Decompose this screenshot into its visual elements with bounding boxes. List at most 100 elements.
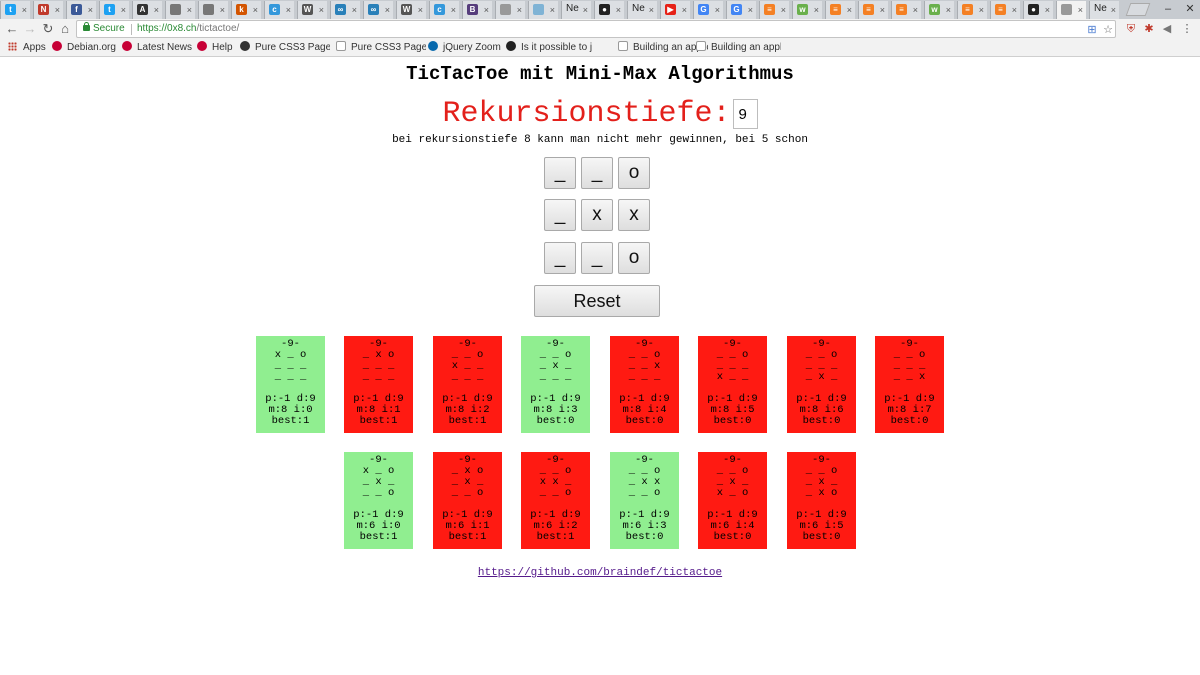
browser-tab[interactable]: N ×	[33, 1, 63, 19]
back-arrow-icon[interactable]: ←	[4, 21, 20, 37]
close-tab-icon[interactable]: ×	[946, 3, 951, 17]
close-tab-icon[interactable]: ×	[154, 3, 159, 17]
close-tab-icon[interactable]: ×	[847, 3, 852, 17]
close-tab-icon[interactable]: ×	[550, 3, 555, 17]
browser-tab[interactable]: w ×	[924, 1, 954, 19]
close-tab-icon[interactable]: ×	[319, 3, 324, 17]
bookmark-item[interactable]: Latest News	[122, 41, 192, 55]
close-tab-icon[interactable]: ×	[880, 3, 885, 17]
browser-tab[interactable]: c ×	[429, 1, 459, 19]
bookmark-item[interactable]: Help	[197, 41, 233, 55]
browser-tab[interactable]: ▶ ×	[660, 1, 690, 19]
close-tab-icon[interactable]: ×	[385, 3, 390, 17]
bookmark-item[interactable]: jQuery Zoom	[428, 41, 501, 55]
browser-tab[interactable]: G ×	[693, 1, 723, 19]
browser-tab[interactable]: ≡ ×	[957, 1, 987, 19]
forward-arrow-icon[interactable]: →	[22, 21, 38, 37]
close-tab-icon[interactable]: ×	[748, 3, 753, 17]
browser-tab[interactable]: ● ×	[594, 1, 624, 19]
close-tab-icon[interactable]: ×	[286, 3, 291, 17]
star-icon[interactable]: ☆	[1101, 23, 1115, 37]
browser-tab[interactable]: B ×	[462, 1, 492, 19]
bookmark-item[interactable]: Is it possible to j	[506, 41, 592, 55]
depth-input[interactable]	[732, 99, 758, 129]
browser-tab[interactable]: Ne ×	[627, 1, 657, 19]
browser-tab[interactable]: c ×	[264, 1, 294, 19]
close-tab-icon[interactable]: ×	[22, 3, 27, 17]
browser-tab[interactable]: ≡ ×	[858, 1, 888, 19]
bookmark-item[interactable]: Debian.org	[52, 41, 116, 55]
browser-tab[interactable]: ×	[198, 1, 228, 19]
reload-icon[interactable]: ↻	[40, 21, 56, 37]
browser-tab[interactable]: w ×	[792, 1, 822, 19]
browser-tab[interactable]: k ×	[231, 1, 261, 19]
browser-tab[interactable]: ● ×	[1023, 1, 1053, 19]
board-cell[interactable]: x	[581, 199, 613, 231]
close-tab-icon[interactable]: ×	[583, 3, 588, 17]
bookmark-item[interactable]: Building an applic	[696, 41, 781, 55]
address-bar[interactable]: Secure https://0x8.ch/tictactoe/ ⊞ ☆	[76, 20, 1116, 38]
close-tab-icon[interactable]: ×	[715, 3, 720, 17]
browser-tab[interactable]: ∞ ×	[363, 1, 393, 19]
browser-tab[interactable]: ≡ ×	[990, 1, 1020, 19]
browser-tab[interactable]: ×	[165, 1, 195, 19]
board-cell[interactable]: _	[544, 242, 576, 274]
browser-tab[interactable]: Ne ×	[1089, 1, 1119, 19]
board-cell[interactable]: o	[618, 157, 650, 189]
bug-extension-icon[interactable]: ✱	[1142, 22, 1156, 36]
close-tab-icon[interactable]: ×	[1045, 3, 1050, 17]
megaphone-extension-icon[interactable]: ◀	[1160, 22, 1174, 36]
browser-tab[interactable]: G ×	[726, 1, 756, 19]
close-tab-icon[interactable]: ×	[517, 3, 522, 17]
close-tab-icon[interactable]: ×	[55, 3, 60, 17]
close-tab-icon[interactable]: ×	[220, 3, 225, 17]
close-tab-icon[interactable]: ×	[451, 3, 456, 17]
board-cell[interactable]: x	[618, 199, 650, 231]
browser-tab[interactable]: Ne ×	[561, 1, 591, 19]
minimize-button[interactable]: –	[1158, 1, 1178, 17]
browser-tab[interactable]: ≡ ×	[891, 1, 921, 19]
browser-tab[interactable]: t ×	[0, 1, 30, 19]
translate-icon[interactable]: ⊞	[1085, 23, 1099, 37]
close-tab-icon[interactable]: ×	[814, 3, 819, 17]
close-tab-icon[interactable]: ×	[253, 3, 258, 17]
close-tab-icon[interactable]: ×	[649, 3, 654, 17]
browser-tab[interactable]: ×	[1056, 1, 1086, 19]
bookmark-item[interactable]: Pure CSS3 Page	[240, 41, 330, 55]
browser-tab[interactable]: ×	[528, 1, 558, 19]
browser-tab[interactable]: ≡ ×	[825, 1, 855, 19]
browser-tab[interactable]: ≡ ×	[759, 1, 789, 19]
browser-tab[interactable]: t ×	[99, 1, 129, 19]
board-cell[interactable]: _	[544, 157, 576, 189]
close-tab-icon[interactable]: ×	[352, 3, 357, 17]
close-tab-icon[interactable]: ×	[1111, 3, 1116, 17]
board-cell[interactable]: _	[544, 199, 576, 231]
browser-tab[interactable]: W ×	[297, 1, 327, 19]
browser-tab[interactable]: W ×	[396, 1, 426, 19]
github-link[interactable]: https://github.com/braindef/tictactoe	[478, 567, 722, 579]
close-tab-icon[interactable]: ×	[484, 3, 489, 17]
close-tab-icon[interactable]: ×	[781, 3, 786, 17]
close-tab-icon[interactable]: ×	[121, 3, 126, 17]
board-cell[interactable]: _	[581, 242, 613, 274]
close-tab-icon[interactable]: ×	[682, 3, 687, 17]
browser-tab[interactable]: ∞ ×	[330, 1, 360, 19]
close-window-button[interactable]: ✕	[1180, 1, 1200, 17]
close-tab-icon[interactable]: ×	[88, 3, 93, 17]
board-cell[interactable]: _	[581, 157, 613, 189]
board-cell[interactable]: o	[618, 242, 650, 274]
close-tab-icon[interactable]: ×	[616, 3, 621, 17]
browser-tab[interactable]: ×	[495, 1, 525, 19]
reset-button[interactable]: Reset	[534, 285, 660, 317]
bookmark-item[interactable]: Pure CSS3 Page	[336, 41, 426, 55]
close-tab-icon[interactable]: ×	[187, 3, 192, 17]
shield-extension-icon[interactable]: ⛨	[1124, 22, 1138, 36]
new-tab-button[interactable]	[1125, 3, 1151, 16]
browser-tab[interactable]: A ×	[132, 1, 162, 19]
bookmark-item[interactable]: Apps	[8, 41, 46, 55]
close-tab-icon[interactable]: ×	[418, 3, 423, 17]
browser-tab[interactable]: f ×	[66, 1, 96, 19]
bookmark-item[interactable]: Building an applic	[618, 41, 708, 55]
menu-icon[interactable]: ⋮	[1180, 22, 1194, 36]
close-tab-icon[interactable]: ×	[1012, 3, 1017, 17]
